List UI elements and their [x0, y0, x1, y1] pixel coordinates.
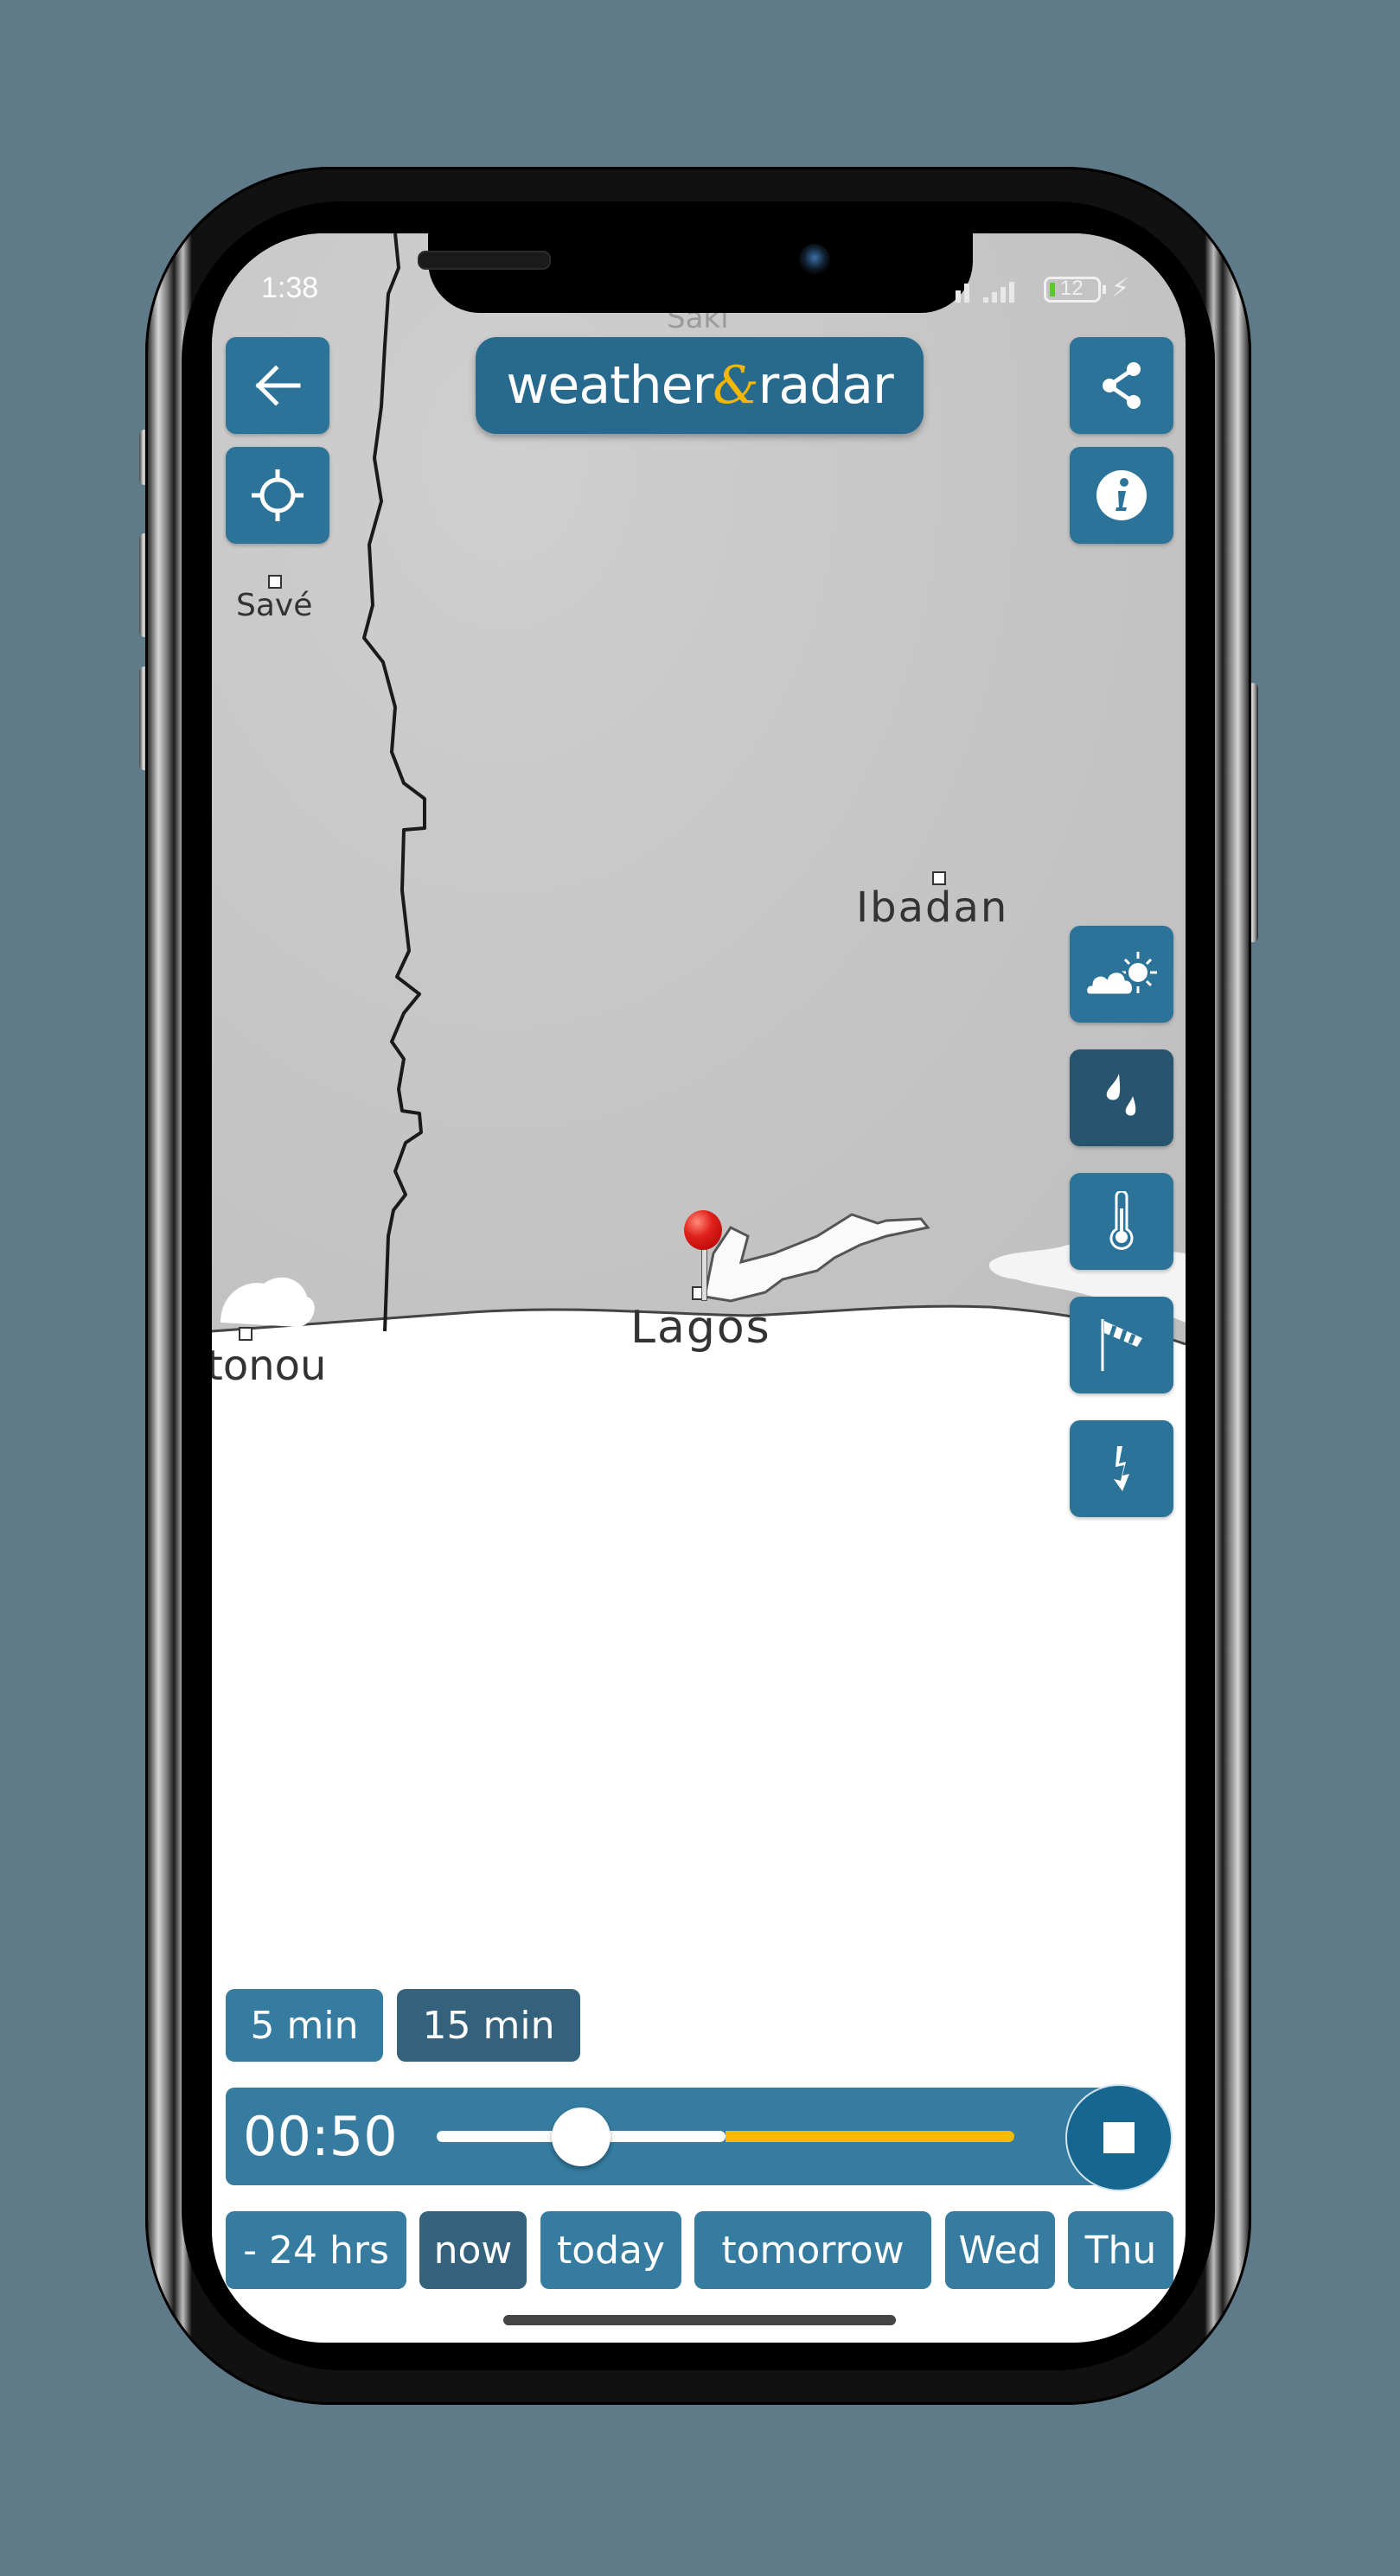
range-tab-thu[interactable]: Thu — [1068, 2211, 1173, 2289]
playback-time: 00:50 — [243, 2105, 398, 2168]
arrow-left-icon — [255, 365, 301, 406]
cloud-sun-icon — [1084, 952, 1157, 997]
back-button[interactable] — [226, 337, 329, 434]
share-button[interactable] — [1070, 337, 1173, 434]
info-icon — [1096, 470, 1147, 520]
range-tab-today[interactable]: today — [540, 2211, 681, 2289]
location-pin[interactable] — [682, 1210, 726, 1305]
layer-forecast-button[interactable] — [1070, 926, 1173, 1023]
lagoon — [703, 1213, 930, 1303]
city-marker-save — [268, 575, 282, 589]
info-button[interactable] — [1070, 447, 1173, 544]
home-indicator[interactable] — [503, 2315, 896, 2325]
logo-text-weather: weather — [506, 355, 713, 416]
cloud-left — [221, 1277, 315, 1327]
logo-text-radar: radar — [758, 355, 894, 416]
raindrops-icon — [1106, 1074, 1136, 1116]
thermometer-icon — [1109, 1191, 1134, 1250]
battery-icon: 12 — [1044, 277, 1101, 303]
layer-wind-button[interactable] — [1070, 1297, 1173, 1393]
timeline-thumb[interactable] — [552, 2107, 611, 2166]
logo-ampersand: & — [713, 355, 758, 416]
locate-me-button[interactable] — [226, 447, 329, 544]
battery-cap — [1103, 285, 1106, 294]
timeline-slider[interactable] — [437, 2107, 1014, 2166]
city-label-lagos: Lagos — [630, 1302, 771, 1354]
interval-5min-button[interactable]: 5 min — [226, 1989, 383, 2062]
crosshair-icon — [252, 469, 304, 521]
range-tab-wed[interactable]: Wed — [945, 2211, 1055, 2289]
share-icon — [1103, 362, 1141, 409]
interval-15min-button[interactable]: 15 min — [397, 1989, 580, 2062]
city-marker-cotonou — [239, 1327, 253, 1341]
timeline-track-future — [726, 2131, 1014, 2142]
front-camera — [799, 244, 830, 275]
layer-lightning-button[interactable] — [1070, 1420, 1173, 1517]
range-tab-minus-24hrs[interactable]: - 24 hrs — [226, 2211, 406, 2289]
range-tab-tomorrow[interactable]: tomorrow — [694, 2211, 931, 2289]
city-label-save: Savé — [236, 588, 313, 623]
stop-icon — [1103, 2122, 1135, 2153]
windsock-icon — [1101, 1319, 1142, 1371]
range-tab-now[interactable]: now — [419, 2211, 527, 2289]
phone-notch — [428, 233, 973, 313]
city-label-cotonou: tonou — [212, 1342, 327, 1390]
status-time: 1:38 — [261, 271, 319, 304]
country-border — [362, 233, 426, 1332]
app-screen: Saki Savé Ibadan Lagos tonou 1:38 12 ⚡︎ — [212, 233, 1186, 2343]
lightning-icon — [1114, 1446, 1129, 1491]
city-label-ibadan: Ibadan — [856, 883, 1009, 932]
layer-rain-button[interactable] — [1070, 1049, 1173, 1146]
layer-temperature-button[interactable] — [1070, 1173, 1173, 1270]
earpiece-speaker — [418, 251, 551, 270]
battery-level: 12 — [1060, 277, 1084, 300]
stop-button[interactable] — [1065, 2084, 1173, 2191]
charging-icon: ⚡︎ — [1111, 273, 1130, 303]
app-logo: weather & radar — [476, 337, 924, 434]
